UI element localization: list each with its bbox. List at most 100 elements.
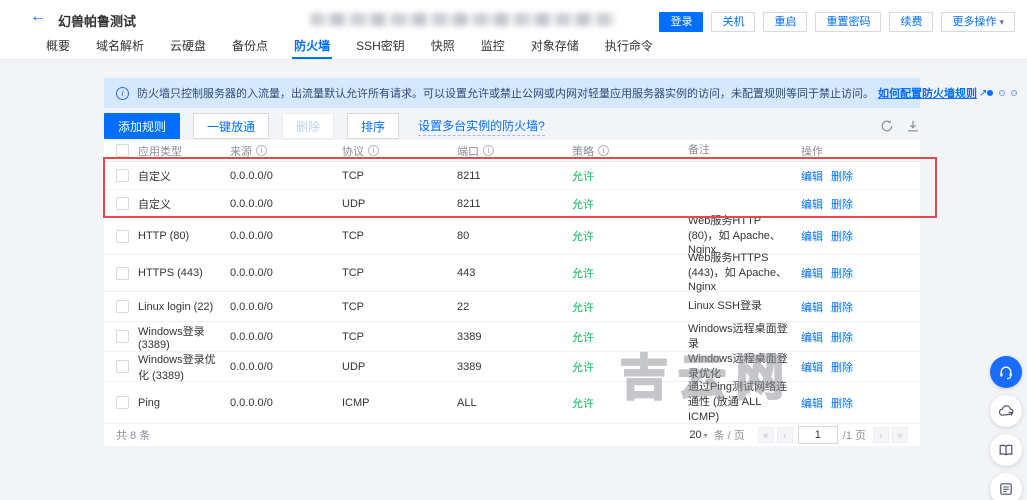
row-checkbox[interactable] [116,229,129,243]
port: 3389 [457,360,482,373]
delete-link[interactable]: 删除 [831,332,853,344]
toolbar-button-排序[interactable]: 排序 [347,113,400,139]
firewall-rules-table: 应用类型 来源 i 协议 i 端口 i 策略 i 备注 操作 自定义 0.0.0.0/0 TCP … [104,140,920,446]
column-header: 策略 i [572,143,688,159]
edit-link[interactable]: 编辑 [801,332,823,344]
info-icon[interactable]: i [483,145,494,156]
row-actions: 编辑 删除 [801,228,920,244]
info-icon[interactable]: i [368,145,379,156]
edit-link[interactable]: 编辑 [801,362,823,374]
select-all-checkbox[interactable] [116,144,129,157]
app-type: HTTP (80) [138,230,190,242]
tab-概要[interactable]: 概要 [44,35,72,59]
toolbar-button-删除: 删除 [282,113,335,139]
policy: 允许 [572,170,594,183]
table-row: HTTPS (443) 0.0.0.0/0 TCP 443 允许 Web服务HT… [104,252,920,293]
row-checkbox[interactable] [116,300,129,313]
last-page-button[interactable]: » [892,427,908,443]
first-page-button[interactable]: « [757,427,774,443]
info-icon[interactable]: i [256,145,267,156]
table-row: Ping 0.0.0.0/0 ICMP ALL 允许 通过Ping测试网络连通性… [104,381,920,424]
banner-carousel-dots [987,90,1018,96]
edit-link[interactable]: 编辑 [801,398,823,410]
customer-service-button[interactable] [990,356,1022,388]
edit-link[interactable]: 编辑 [801,199,823,211]
tab-监控[interactable]: 监控 [479,35,507,59]
row-checkbox[interactable] [116,197,129,210]
header-action-button[interactable]: 登录 [659,12,704,32]
next-page-button[interactable]: › [873,427,889,443]
info-icon[interactable]: i [598,145,609,156]
delete-link[interactable]: 删除 [831,362,853,374]
app-type: Windows登录优化 (3389) [138,353,216,382]
tab-云硬盘[interactable]: 云硬盘 [168,35,208,59]
docs-button[interactable] [990,434,1022,466]
delete-link[interactable]: 删除 [831,302,853,314]
page-number-input[interactable] [797,426,838,444]
tab-对象存储[interactable]: 对象存储 [529,35,581,59]
row-checkbox[interactable] [116,169,129,182]
row-actions: 编辑 删除 [801,395,920,411]
table-header-row: 应用类型 来源 i 协议 i 端口 i 策略 i 备注 操作 [104,140,920,162]
prev-page-button[interactable]: ‹ [776,427,793,443]
tab-快照[interactable]: 快照 [429,35,457,59]
refresh-icon[interactable] [880,119,894,133]
table-row: HTTP (80) 0.0.0.0/0 TCP 80 允许 Web服务HTTP … [104,215,920,256]
row-checkbox[interactable] [116,330,129,343]
header-action-button[interactable]: 重置密码 [815,12,882,32]
cloud-button[interactable] [990,395,1022,427]
row-actions: 编辑 删除 [801,359,920,375]
toolbar-button-添加规则[interactable]: 添加规则 [104,113,181,139]
toolbar-button-一键放通[interactable]: 一键放通 [193,113,270,139]
protocol: TCP [342,169,364,182]
delete-link[interactable]: 删除 [831,268,853,280]
row-actions: 编辑 删除 [801,196,920,212]
column-header: 端口 i [457,143,572,159]
tab-执行命令[interactable]: 执行命令 [603,35,655,59]
row-actions: 编辑 删除 [801,329,920,345]
header-action-button[interactable]: 关机 [711,12,756,32]
headset-icon [1000,366,1012,380]
multi-instance-firewall-link[interactable]: 设置多台实例的防火墙? [418,117,545,136]
page-total-label: /1 页 [842,430,866,442]
edit-link[interactable]: 编辑 [801,302,823,314]
protocol: TCP [342,330,364,343]
feedback-button[interactable] [990,473,1022,500]
row-checkbox[interactable] [116,396,129,409]
edit-link[interactable]: 编辑 [801,171,823,183]
delete-link[interactable]: 删除 [831,231,853,243]
row-checkbox[interactable] [116,266,129,280]
tab-备份点[interactable]: 备份点 [230,35,270,59]
column-label: 端口 [457,145,479,158]
carousel-dot[interactable] [1011,90,1018,96]
cloud-icon [998,405,1014,416]
header-action-button[interactable]: 更多操作 ▾ [941,12,1015,32]
tab-SSH密钥[interactable]: SSH密钥 [354,35,407,59]
edit-link[interactable]: 编辑 [801,231,823,243]
delete-link[interactable]: 删除 [831,199,853,211]
info-icon: i [116,86,129,100]
edit-link[interactable]: 编辑 [801,268,823,280]
delete-link[interactable]: 删除 [831,398,853,410]
header-action-button[interactable]: 续费 [889,12,934,32]
carousel-dot[interactable] [987,90,994,96]
source: 0.0.0.0/0 [230,360,273,373]
column-header: 操作 [801,143,920,159]
toolbar: 添加规则 一键放通 删除 排序 设置多台实例的防火墙? [104,112,920,140]
page-size-select[interactable]: 20 ▾ [689,429,707,441]
firewall-rules-help-link[interactable]: 如何配置防火墙规则 [878,85,977,101]
app-type: Ping [138,396,161,409]
column-label: 备注 [688,144,710,157]
header-action-button[interactable]: 重启 [763,12,808,32]
tab-防火墙[interactable]: 防火墙 [292,35,333,59]
carousel-dot[interactable] [999,90,1006,96]
tab-域名解析[interactable]: 域名解析 [94,35,146,59]
download-icon[interactable] [906,119,920,133]
back-icon[interactable]: ← [30,8,46,26]
table-row: Linux login (22) 0.0.0.0/0 TCP 22 允许 Lin… [104,292,920,322]
protocol: UDP [342,197,366,210]
source: 0.0.0.0/0 [230,330,273,343]
source: 0.0.0.0/0 [230,197,273,210]
row-checkbox[interactable] [116,360,129,373]
delete-link[interactable]: 删除 [831,171,853,183]
